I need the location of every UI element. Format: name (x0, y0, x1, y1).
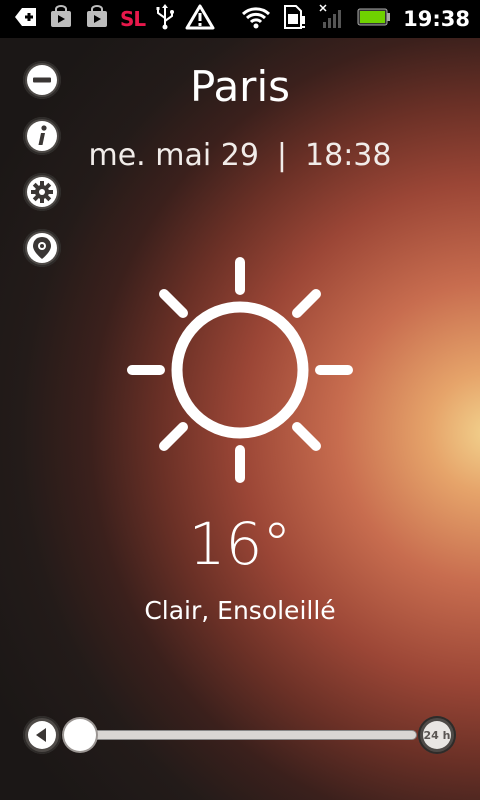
status-time: 19:38 (403, 7, 470, 31)
battery-icon (357, 7, 391, 31)
settings-button[interactable] (23, 173, 61, 211)
temperature: 16° (188, 510, 292, 578)
warning-icon (185, 4, 215, 34)
status-bar-left: SL (12, 4, 215, 34)
date-label: me. mai 29 (88, 138, 259, 173)
timeline-end-label: 24 h (423, 721, 451, 749)
locate-button[interactable] (23, 229, 61, 267)
time-label: 18:38 (305, 138, 392, 173)
sun-icon (120, 250, 360, 490)
play-store-icon (84, 5, 110, 33)
rewind-button[interactable] (23, 716, 61, 754)
no-signal-icon (319, 4, 345, 34)
date-time: me. mai 29 | 18:38 (0, 138, 480, 173)
carrier-badge: SL (120, 7, 146, 31)
timeline-end-button[interactable]: 24 h (418, 716, 456, 754)
location-icon (27, 233, 57, 263)
add-icon (12, 5, 38, 33)
status-bar-right: 19:38 (241, 4, 470, 34)
gear-icon (27, 177, 57, 207)
wifi-icon (241, 5, 271, 33)
rewind-icon (28, 721, 56, 749)
date-time-separator: | (276, 138, 288, 173)
usb-icon (155, 4, 175, 34)
sim-data-icon (283, 4, 307, 34)
city-name: Paris (190, 62, 290, 111)
timeline-track[interactable] (76, 731, 416, 739)
timeline-thumb[interactable] (64, 719, 96, 751)
status-bar: SL 19:38 (0, 0, 480, 38)
shopping-bag-icon (48, 5, 74, 33)
weather-condition: Clair, Ensoleillé (144, 596, 336, 625)
